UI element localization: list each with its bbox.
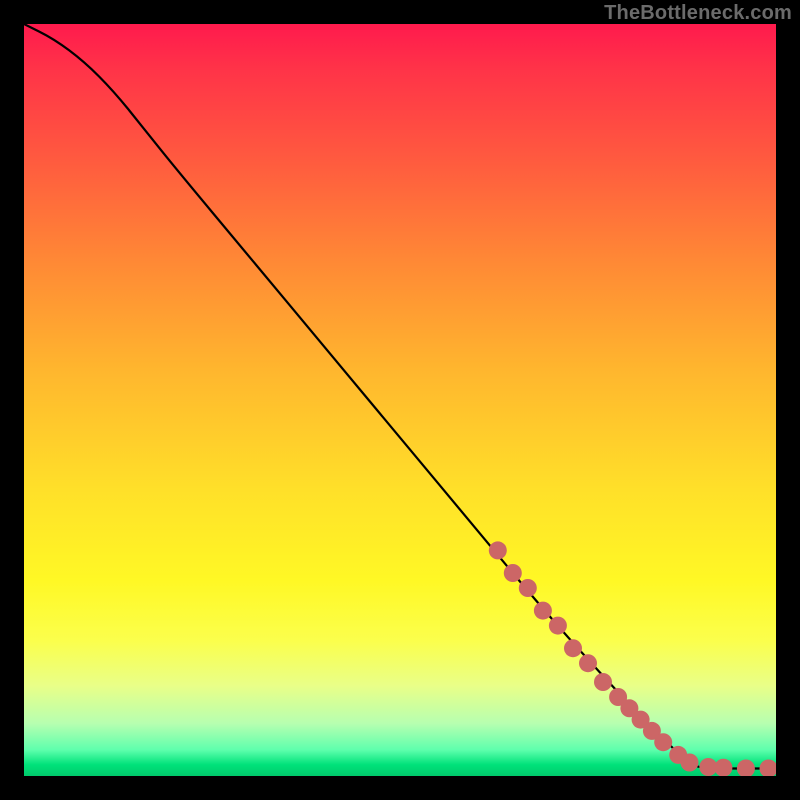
marker-dot (534, 602, 552, 620)
marker-dot (519, 579, 537, 597)
marker-dot (549, 617, 567, 635)
marker-dot (681, 754, 699, 772)
marker-dot (579, 654, 597, 672)
marker-dot (504, 564, 522, 582)
chart-frame: TheBottleneck.com (0, 0, 800, 800)
marker-dot (760, 760, 777, 777)
attribution-text: TheBottleneck.com (604, 2, 792, 25)
marker-dot (737, 760, 755, 777)
plot-area (24, 24, 776, 776)
marker-dot (489, 541, 507, 559)
chart-svg (24, 24, 776, 776)
curve-line (24, 24, 776, 769)
marker-dot (594, 673, 612, 691)
marker-dot (564, 639, 582, 657)
marker-group (489, 541, 776, 776)
main-curve-path (24, 24, 776, 769)
marker-dot (714, 759, 732, 776)
marker-dot (654, 733, 672, 751)
